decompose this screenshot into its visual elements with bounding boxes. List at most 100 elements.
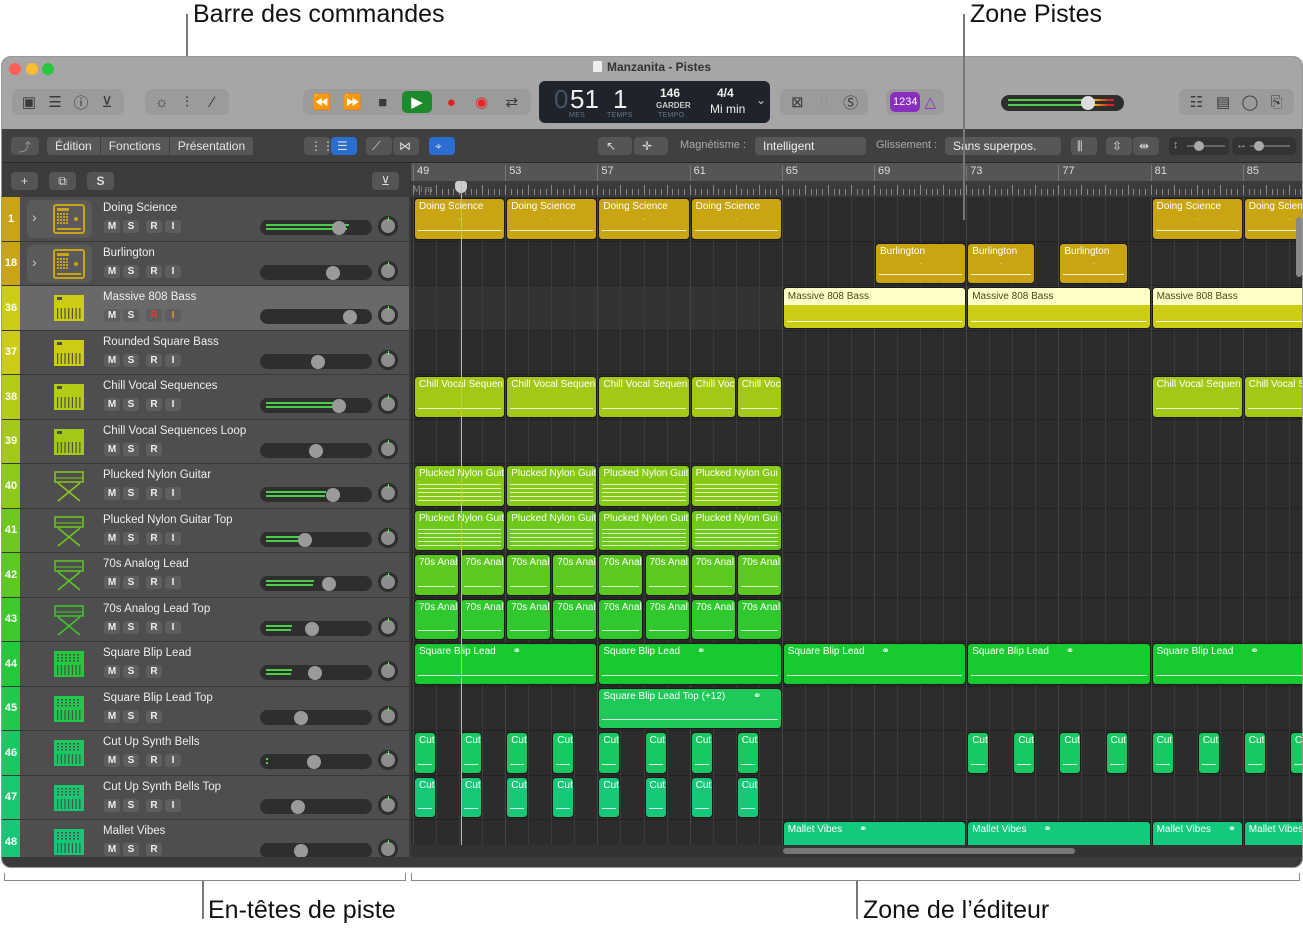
solo-button[interactable]: S: [123, 531, 139, 545]
region[interactable]: 70s Anal: [552, 554, 598, 596]
global-solo-button[interactable]: S: [87, 172, 114, 190]
track-name[interactable]: Plucked Nylon Guitar Top: [103, 514, 233, 526]
region[interactable]: Doing Science: [690, 198, 782, 240]
record-enable-button[interactable]: R: [146, 754, 162, 767]
mute-button[interactable]: M: [104, 754, 120, 767]
volume-knob[interactable]: [331, 221, 346, 235]
region[interactable]: Chill Vocal Sequen: [1243, 376, 1302, 418]
input-monitor-button[interactable]: I: [165, 531, 181, 545]
input-monitor-button[interactable]: I: [165, 353, 181, 367]
region[interactable]: Square Blip Lead ⚭: [1151, 643, 1302, 685]
track-header[interactable]: 41 Plucked Nylon Guitar Top M S R I: [2, 508, 409, 553]
region[interactable]: 70s Anal: [506, 554, 552, 596]
track-name[interactable]: Square Blip Lead Top: [103, 692, 213, 704]
fast-forward-icon[interactable]: ⏩: [341, 93, 363, 111]
region[interactable]: Doing Science: [1151, 198, 1243, 240]
vertical-zoom-slider[interactable]: ↕: [1169, 137, 1229, 155]
menu-edition[interactable]: Édition: [47, 137, 101, 155]
volume-slider[interactable]: [260, 398, 372, 413]
region[interactable]: 70s Anal: [690, 598, 736, 640]
pan-knob[interactable]: [378, 394, 398, 414]
region[interactable]: Chill Voc: [736, 376, 782, 418]
region[interactable]: Plucked Nylon Guit: [506, 465, 598, 507]
region[interactable]: Doing Science: [1243, 198, 1302, 240]
input-monitor-button[interactable]: I: [165, 798, 181, 812]
region[interactable]: Cut: [1289, 732, 1302, 774]
slider-knob[interactable]: [1254, 141, 1264, 151]
region[interactable]: Square Blip Lead ⚭: [414, 643, 598, 685]
record-enable-button[interactable]: R: [146, 487, 162, 500]
volume-knob[interactable]: [305, 621, 320, 636]
volume-slider[interactable]: [260, 309, 372, 324]
region[interactable]: Cut: [552, 732, 575, 774]
track-header[interactable]: 39 Chill Vocal Sequences Loop M S R: [2, 419, 409, 464]
chevron-right-icon[interactable]: ›: [32, 209, 37, 225]
track-header[interactable]: 43 70s Analog Lead Top M S R I: [2, 597, 409, 642]
region[interactable]: Cut: [967, 732, 990, 774]
volume-knob[interactable]: [297, 532, 312, 547]
volume-knob[interactable]: [322, 577, 337, 591]
volume-knob[interactable]: [291, 799, 306, 814]
mute-button[interactable]: M: [104, 665, 120, 678]
region[interactable]: Doing Science: [506, 198, 598, 240]
volume-slider[interactable]: [260, 220, 372, 235]
volume-slider[interactable]: [260, 487, 372, 502]
mute-button[interactable]: M: [104, 309, 120, 322]
library-icon[interactable]: ▣: [18, 93, 40, 111]
region[interactable]: Plucked Nylon Guit: [598, 509, 690, 551]
solo-button[interactable]: S: [123, 665, 139, 678]
input-monitor-button[interactable]: I: [165, 264, 181, 278]
track-name[interactable]: Plucked Nylon Guitar: [103, 469, 211, 481]
region[interactable]: Chill Vocal Sequen: [1151, 376, 1243, 418]
volume-slider[interactable]: [260, 843, 372, 858]
list-editors-icon[interactable]: ☷: [1185, 93, 1207, 111]
solo-button[interactable]: S: [123, 264, 139, 278]
track-lane[interactable]: [411, 686, 1302, 731]
region[interactable]: Cut: [552, 776, 575, 818]
region[interactable]: Cut: [460, 776, 483, 818]
record-enable-button[interactable]: R: [146, 665, 162, 678]
region[interactable]: Cut: [736, 732, 759, 774]
region[interactable]: Massive 808 Bass: [1151, 287, 1302, 329]
region[interactable]: Cut: [1243, 732, 1266, 774]
play-icon[interactable]: ▶: [401, 91, 432, 113]
region[interactable]: Plucked Nylon Gui: [690, 465, 782, 507]
region[interactable]: Chill Vocal Sequen: [506, 376, 598, 418]
region[interactable]: Plucked Nylon Guit: [598, 465, 690, 507]
region[interactable]: Cut: [644, 732, 667, 774]
input-monitor-button[interactable]: I: [165, 487, 181, 500]
record-enable-button[interactable]: R: [146, 309, 162, 322]
mute-button[interactable]: M: [104, 798, 120, 812]
inspector-icon[interactable]: ☰: [44, 93, 66, 111]
notepad-icon[interactable]: ▤: [1212, 93, 1234, 111]
volume-knob[interactable]: [294, 710, 309, 725]
volume-knob[interactable]: [326, 265, 341, 280]
fit-vertical-icon[interactable]: ⇳: [1106, 137, 1132, 155]
volume-slider[interactable]: [260, 353, 372, 369]
track-name[interactable]: 70s Analog Lead: [103, 558, 189, 570]
region[interactable]: Cut: [414, 776, 437, 818]
menu-fonctions[interactable]: Fonctions: [101, 137, 170, 155]
ruler[interactable]: 49 53 57 61 65 69 73 77 81 85 Mi m: [411, 163, 1302, 197]
download-icon[interactable]: ⊻: [372, 172, 399, 190]
region[interactable]: Chill Voc: [690, 376, 736, 418]
region[interactable]: 70s Anal: [414, 598, 460, 640]
track-name[interactable]: Chill Vocal Sequences Loop: [103, 425, 246, 437]
record-enable-button[interactable]: R: [146, 398, 162, 411]
region[interactable]: Cut: [736, 776, 759, 818]
lcd-chevron-icon[interactable]: ⌄: [756, 93, 766, 107]
volume-knob[interactable]: [326, 488, 341, 502]
volume-slider[interactable]: [260, 798, 372, 814]
smart-controls-icon[interactable]: ☼: [151, 93, 173, 111]
region[interactable]: 70s Anal: [736, 554, 782, 596]
record-enable-button[interactable]: R: [146, 620, 162, 634]
catch-playhead-button[interactable]: ⌖: [429, 137, 455, 155]
record-enable-button[interactable]: R: [146, 709, 162, 723]
region[interactable]: Doing Science: [598, 198, 690, 240]
track-header[interactable]: 37 Rounded Square Bass M S R I: [2, 330, 409, 375]
track-header[interactable]: 46 Cut Up Synth Bells M S R I: [2, 731, 409, 776]
region[interactable]: Massive 808 Bass: [782, 287, 967, 329]
lcd-display[interactable]: 0 51 1 MES TEMPS 146 GARDER TEMPO 4/4 Mi…: [539, 81, 770, 123]
record-enable-button[interactable]: R: [146, 353, 162, 367]
region[interactable]: Cut: [1059, 732, 1082, 774]
